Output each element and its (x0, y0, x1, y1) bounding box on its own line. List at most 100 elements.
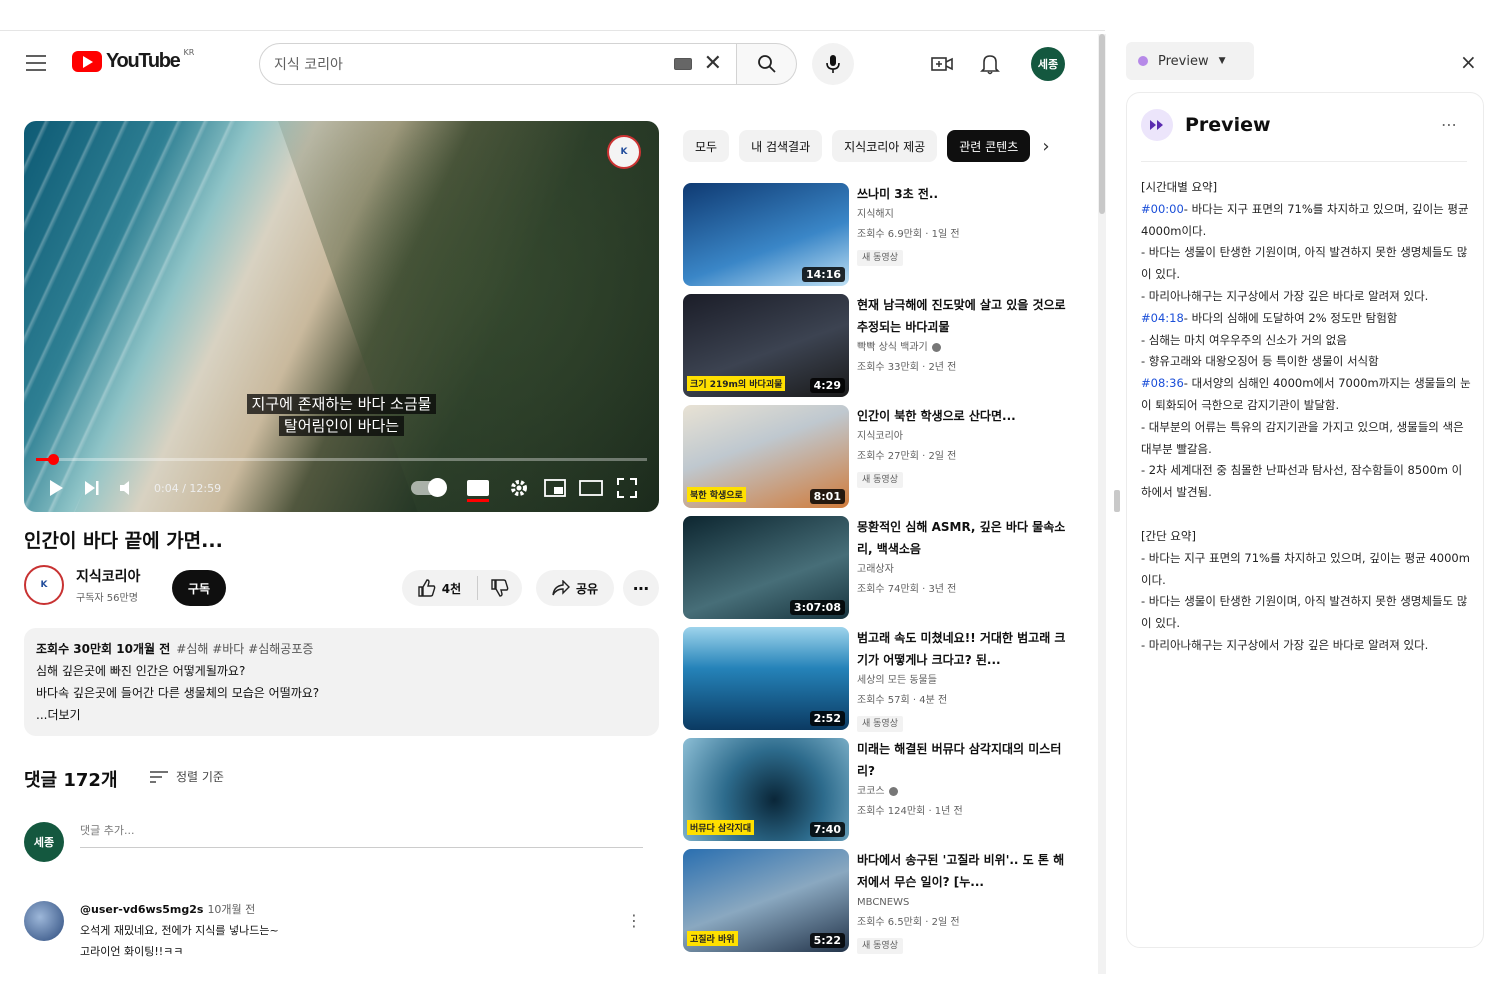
divider (1141, 161, 1467, 162)
description-box[interactable]: 조회수 30만회 10개월 전 #심해 #바다 #심해공포증 심해 깊은곳에 빠진… (24, 628, 659, 736)
panel-selector[interactable]: Preview ▼ (1126, 42, 1254, 80)
related-video-title[interactable]: 범고래 속도 미쳤네요!! 거대한 범고래 크기가 어떻게나 크다고? 된... (857, 627, 1072, 671)
channel-name[interactable]: 지식코리아 (76, 566, 140, 586)
fullscreen-button[interactable] (609, 470, 645, 506)
timestamp-link[interactable]: #00:00 (1141, 202, 1184, 216)
related-video-item[interactable]: 3:07:08 몽환적인 심해 ASMR, 깊은 바다 물속소리, 백색소음고래상… (683, 516, 1083, 627)
related-video-item[interactable]: 북한 학생으로 8:01 인간이 북한 학생으로 산다면... 지식코리아 조회수 27… (683, 405, 1083, 516)
theater-mode-button[interactable] (573, 470, 609, 506)
related-video-item[interactable]: 14:16 쓰나미 3초 전.. 지식해지 조회수 6.9만회 · 1일 전새 동영상 (683, 183, 1083, 294)
summary-text: - 마리아나해구는 지구상에서 가장 깊은 바다로 알려져 있다. (1141, 288, 1429, 303)
menu-icon[interactable] (26, 55, 46, 71)
progress-bar[interactable] (36, 454, 647, 465)
hashtags[interactable]: #심해 #바다 #심해공포증 (176, 642, 313, 656)
related-channel-name[interactable]: 빡빡 상식 백과기 (857, 342, 928, 353)
player-controls: 0:04 / 12:59 (24, 464, 659, 512)
video-thumbnail[interactable]: 크기 219m의 바다괴물 4:29 (683, 294, 849, 397)
next-icon (85, 481, 99, 495)
keyboard-icon[interactable] (673, 58, 692, 70)
summary-text: - 바다는 지구 표면의 71%를 차지하고 있으며, 깊이는 평균 4000m… (1141, 201, 1469, 238)
channel-watermark[interactable]: K (607, 135, 641, 169)
add-comment-input[interactable]: 댓글 추가... (80, 822, 643, 848)
voice-search-button[interactable] (812, 43, 854, 85)
page-scrollbar[interactable] (1098, 34, 1106, 974)
video-thumbnail[interactable]: 북한 학생으로 8:01 (683, 405, 849, 508)
timestamp-link[interactable]: #04:18 (1141, 311, 1184, 325)
progress-fill[interactable] (36, 454, 60, 465)
chip-all[interactable]: 모두 (683, 130, 730, 162)
show-more-link[interactable]: ...더보기 (36, 704, 647, 726)
related-channel-name[interactable]: 코코스 (857, 786, 885, 797)
page-scrollbar-thumb[interactable] (1099, 34, 1105, 214)
video-thumbnail[interactable]: 버뮤다 삼각지대 7:40 (683, 738, 849, 841)
settings-button[interactable] (501, 470, 537, 506)
sort-button[interactable]: 정렬 기준 (150, 768, 224, 785)
related-video-title[interactable]: 미래는 해결된 버뮤다 삼각지대의 미스터리? (857, 738, 1072, 782)
clear-search-icon[interactable]: ✕ (704, 53, 722, 75)
related-video-item[interactable]: 버뮤다 삼각지대 7:40 미래는 해결된 버뮤다 삼각지대의 미스터리? 코코스 조회… (683, 738, 1083, 849)
subscribe-button[interactable]: 구독 (172, 570, 226, 606)
related-video-stats: 조회수 74만회 · 3년 전 (857, 584, 957, 595)
search-input[interactable] (274, 56, 674, 72)
thumbnail-overlay-text: 버뮤다 삼각지대 (687, 820, 755, 835)
close-icon[interactable]: × (1460, 50, 1477, 74)
summary-text: - 바다는 생물이 탄생한 기원이며, 아직 발견하지 못한 생명체들도 많이 … (1141, 245, 1468, 282)
timestamp-link[interactable]: #08:36 (1141, 376, 1184, 390)
search-button[interactable] (737, 43, 797, 85)
chip-related[interactable]: 관련 콘텐츠 (947, 130, 1031, 162)
create-icon[interactable] (930, 52, 954, 76)
comment-menu-icon[interactable]: ⋮ (626, 911, 642, 930)
panel-resize-handle[interactable] (1114, 490, 1120, 512)
share-button[interactable]: 공유 (536, 570, 614, 606)
related-channel-name[interactable]: 세상의 모든 동물들 (857, 675, 937, 686)
related-video-title[interactable]: 바다에서 송구된 '고질라 비위'.. 도 톤 해저에서 무슨 일이? [누..… (857, 849, 1072, 893)
thumbnail-overlay-text: 크기 219m의 바다괴물 (687, 376, 786, 391)
verified-icon (888, 786, 898, 796)
youtube-logo[interactable]: YouTube KR (72, 48, 194, 73)
preview-card: Preview ⋯ [시간대별 요약] #00:00- 바다는 지구 표면의 7… (1126, 92, 1484, 948)
preview-more-icon[interactable]: ⋯ (1441, 115, 1457, 134)
chip-my-results[interactable]: 내 검색결과 (739, 130, 823, 162)
related-video-title[interactable]: 몽환적인 심해 ASMR, 깊은 바다 물속소리, 백색소음 (857, 516, 1072, 560)
video-thumbnail[interactable]: 2:52 (683, 627, 849, 730)
commenter-avatar[interactable] (24, 901, 64, 941)
related-video-title[interactable]: 쓰나미 3초 전.. (857, 183, 1072, 205)
related-channel-name[interactable]: 지식해지 (857, 209, 894, 220)
more-actions-button[interactable]: ⋯ (623, 570, 659, 606)
share-label: 공유 (575, 581, 599, 596)
bell-icon[interactable] (978, 52, 1002, 76)
theater-icon (579, 480, 603, 496)
dislike-button[interactable] (478, 579, 522, 597)
next-button[interactable] (74, 470, 110, 506)
autoplay-toggle[interactable] (411, 478, 447, 497)
related-channel-name[interactable]: MBCNEWS (857, 897, 909, 908)
search-box[interactable]: ✕ (259, 43, 737, 85)
related-video-item[interactable]: 크기 219m의 바다괴물 4:29 현재 남극해에 진도맞에 살고 있을 것으로 … (683, 294, 1083, 405)
related-channel-name[interactable]: 고래상자 (857, 564, 894, 575)
duration-badge: 14:16 (801, 267, 845, 282)
comment-time[interactable]: 10개월 전 (207, 903, 255, 916)
play-button[interactable] (38, 470, 74, 506)
thumbs-down-icon (491, 579, 509, 597)
related-channel-name[interactable]: 지식코리아 (857, 431, 903, 442)
new-video-badge: 새 동영상 (857, 472, 903, 488)
commenter-name[interactable]: @user-vd6ws5mg2s (80, 903, 203, 916)
chevron-right-icon[interactable]: › (1036, 136, 1056, 157)
miniplayer-button[interactable] (537, 470, 573, 506)
video-thumbnail[interactable]: 14:16 (683, 183, 849, 286)
channel-avatar[interactable]: K (24, 565, 64, 605)
like-button[interactable]: 4천 (402, 576, 478, 600)
related-video-title[interactable]: 인간이 북한 학생으로 산다면... (857, 405, 1072, 427)
chip-channel[interactable]: 지식코리아 제공 (832, 130, 938, 162)
related-video-item[interactable]: 고질라 바위 5:22 바다에서 송구된 '고질라 비위'.. 도 톤 해저에서 무… (683, 849, 1083, 960)
timeline-summary: #00:00- 바다는 지구 표면의 71%를 차지하고 있으며, 깊이는 평균… (1141, 199, 1471, 504)
miniplayer-icon (544, 479, 566, 497)
video-player[interactable]: K 지구에 존재하는 바다 소금물 탈어림인이 바다는 0:04 / 12:59 (24, 121, 659, 512)
volume-button[interactable] (110, 470, 146, 506)
video-thumbnail[interactable]: 3:07:08 (683, 516, 849, 619)
account-avatar[interactable]: 세종 (1031, 47, 1065, 81)
subtitles-button[interactable] (467, 480, 489, 502)
related-video-title[interactable]: 현재 남극해에 진도맞에 살고 있을 것으로 추정되는 바다괴물 (857, 294, 1072, 338)
video-thumbnail[interactable]: 고질라 바위 5:22 (683, 849, 849, 952)
related-video-item[interactable]: 2:52 범고래 속도 미쳤네요!! 거대한 범고래 크기가 어떻게나 크다고? … (683, 627, 1083, 738)
